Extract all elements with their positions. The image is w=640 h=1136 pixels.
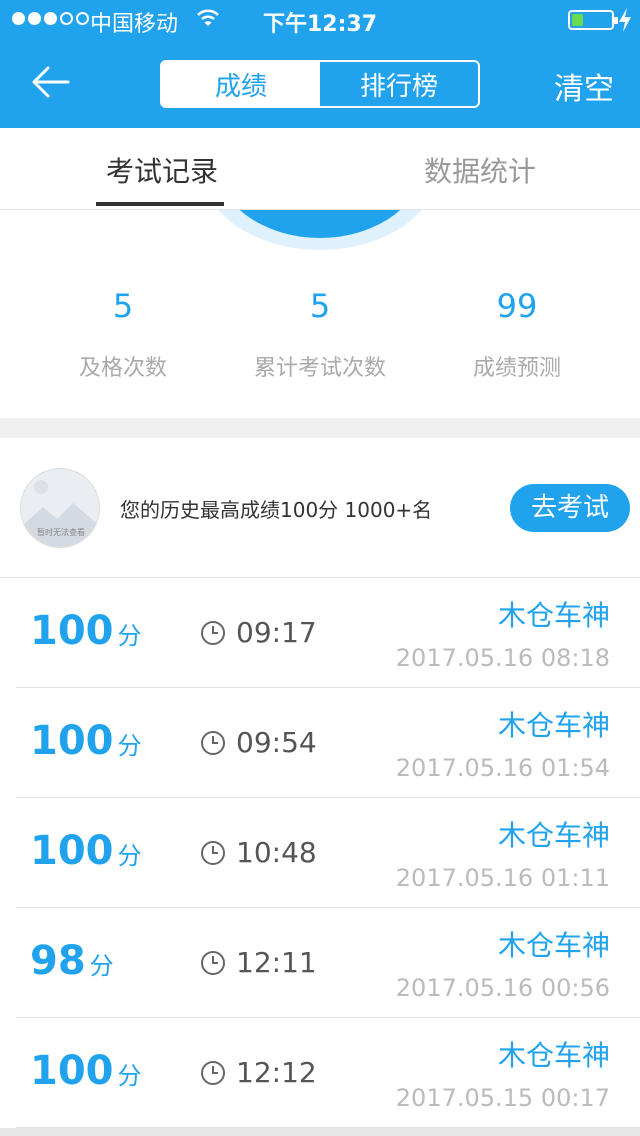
score-value: 100 — [30, 608, 114, 654]
image-placeholder-icon: 暂时无法查看 — [21, 480, 99, 547]
record-row[interactable]: 100 分 12:12 木仓车神 2017.05.15 00:17 — [0, 1018, 640, 1128]
avatar: 暂时无法查看 — [20, 468, 100, 548]
record-date: 2017.05.16 08:18 — [395, 644, 610, 672]
score-value: 100 — [30, 1048, 114, 1094]
battery-level — [572, 14, 584, 26]
record-score: 100 分 — [30, 828, 142, 874]
score-value: 100 — [30, 828, 114, 874]
tab-exam-records[interactable]: 考试记录 — [106, 150, 218, 190]
record-row[interactable]: 98 分 12:11 木仓车神 2017.05.16 00:56 — [0, 908, 640, 1018]
tab-data-statistics[interactable]: 数据统计 — [424, 150, 536, 190]
record-date: 2017.05.16 01:11 — [395, 864, 610, 892]
score-unit: 分 — [117, 732, 142, 760]
avatar-placeholder-text: 暂时无法查看 — [37, 527, 85, 537]
tab-bar: 考试记录 数据统计 — [0, 128, 640, 210]
active-tab-indicator — [96, 202, 224, 206]
clock-icon — [201, 841, 225, 865]
stat-label: 及格次数 — [78, 356, 167, 381]
app-header: 中国移动 下午12:37 成绩 排行榜 清空 — [0, 0, 640, 128]
record-duration: 09:17 — [236, 616, 317, 649]
stat-total-exams: 5 累计考试次数 — [230, 282, 410, 382]
record-user-name: 木仓车神 — [497, 929, 610, 962]
clock-icon — [201, 621, 225, 645]
record-user-name: 木仓车神 — [497, 709, 610, 742]
charging-bolt-icon — [619, 8, 631, 32]
clock-icon — [201, 731, 225, 755]
section-divider — [0, 418, 640, 438]
record-duration: 12:12 — [236, 1056, 317, 1089]
status-bar: 中国移动 下午12:37 — [0, 0, 640, 40]
score-unit: 分 — [89, 952, 114, 980]
bottom-divider — [0, 1128, 640, 1136]
clock-icon — [201, 951, 225, 975]
record-date: 2017.05.16 01:54 — [395, 754, 610, 782]
back-arrow-icon[interactable] — [30, 62, 70, 102]
record-user-name: 木仓车神 — [497, 1039, 610, 1072]
record-date: 2017.05.16 00:56 — [395, 974, 610, 1002]
stat-label: 成绩预测 — [472, 356, 561, 381]
stat-label: 累计考试次数 — [253, 356, 386, 381]
score-value: 98 — [30, 938, 86, 984]
record-user-name: 木仓车神 — [497, 819, 610, 852]
segment-leaderboard[interactable]: 排行榜 — [320, 62, 478, 106]
score-unit: 分 — [117, 1062, 142, 1090]
stats-panel: 5 及格次数 5 累计考试次数 99 成绩预测 — [0, 210, 640, 418]
record-row[interactable]: 100 分 09:17 木仓车神 2017.05.16 08:18 — [0, 578, 640, 688]
stat-value: 5 — [112, 287, 134, 325]
record-duration: 09:54 — [236, 726, 317, 759]
segment-control: 成绩 排行榜 — [160, 60, 480, 108]
stat-score-prediction: 99 成绩预测 — [427, 282, 607, 382]
score-unit: 分 — [117, 622, 142, 650]
record-row[interactable]: 100 分 10:48 木仓车神 2017.05.16 01:11 — [0, 798, 640, 908]
exam-record-list: 100 分 09:17 木仓车神 2017.05.16 08:18 100 分 09:54 木仓… — [0, 578, 640, 1128]
battery-icon — [568, 10, 618, 30]
go-exam-button[interactable]: 去考试 — [510, 484, 630, 532]
record-user-name: 木仓车神 — [497, 599, 610, 632]
stat-pass-count: 5 及格次数 — [33, 282, 213, 382]
segment-scores[interactable]: 成绩 — [162, 62, 320, 106]
score-unit: 分 — [117, 842, 142, 870]
stat-value: 99 — [496, 287, 538, 325]
record-row[interactable]: 100 分 09:54 木仓车神 2017.05.16 01:54 — [0, 688, 640, 798]
record-duration: 12:11 — [236, 946, 317, 979]
stat-value: 5 — [309, 287, 331, 325]
record-score: 100 分 — [30, 608, 142, 654]
record-score: 98 分 — [30, 938, 114, 984]
record-score: 100 分 — [30, 718, 142, 764]
score-value: 100 — [30, 718, 114, 764]
clock-time: 下午12:37 — [262, 12, 378, 37]
best-score-text: 您的历史最高成绩100分 1000+名 — [120, 498, 433, 522]
best-score-row: 暂时无法查看 您的历史最高成绩100分 1000+名 去考试 — [0, 438, 640, 578]
record-duration: 10:48 — [236, 836, 317, 869]
record-score: 100 分 — [30, 1048, 142, 1094]
clear-button[interactable]: 清空 — [554, 64, 614, 108]
record-date: 2017.05.15 00:17 — [395, 1084, 610, 1112]
clock-icon — [201, 1061, 225, 1085]
